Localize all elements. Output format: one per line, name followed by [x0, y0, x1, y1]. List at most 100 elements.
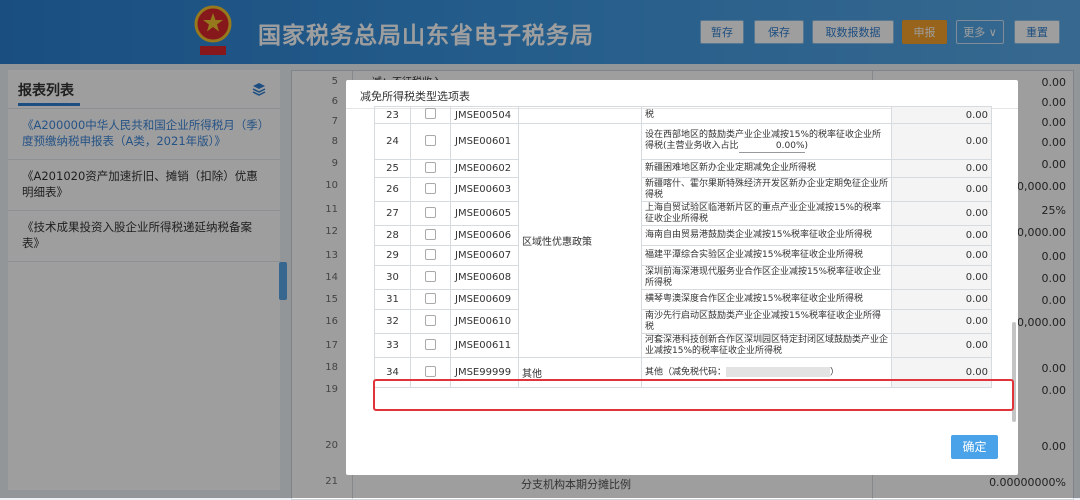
form-row-value: 0.00	[1041, 116, 1067, 129]
reduction-code: JMSE00611	[450, 333, 519, 358]
reduction-amount[interactable]: 0.00	[891, 265, 992, 290]
row-number: 26	[374, 177, 411, 202]
row-checkbox[interactable]	[425, 228, 436, 240]
form-row-number: 12	[325, 226, 338, 237]
reduction-amount[interactable]: 0.00	[891, 177, 992, 202]
form-row-number: 21	[325, 476, 338, 487]
reduction-row-24[interactable]: 24 JMSE00601 区域性优惠政策 设在西部地区的鼓励类产业企业减按15%的税率…	[374, 123, 992, 358]
reduction-code: JMSE00608	[450, 265, 519, 290]
reduction-name: 横琴粤澳深度合作区企业减按15%税率征收企业所得税	[641, 289, 892, 310]
reduction-row-31[interactable]: 31 JMSE00609 横琴粤澳深度合作区企业减按15%税率征收企业所得税 0.00	[374, 289, 992, 310]
reduction-row-32[interactable]: 32 JMSE00610 南沙先行启动区鼓励类产业企业减按15%税率征收企业所得税 0…	[374, 309, 992, 334]
reduction-name: 新疆喀什、霍尔果斯特殊经济开发区新办企业定期免征企业所得税	[641, 177, 892, 202]
row-checkbox[interactable]	[425, 161, 436, 173]
reduction-code: JMSE00601	[450, 123, 519, 160]
form-row-value: 0.00	[1041, 362, 1067, 375]
reduction-amount[interactable]: 0.00	[891, 159, 992, 178]
row-checkbox[interactable]	[425, 314, 436, 326]
row-checkbox[interactable]	[425, 292, 436, 304]
form-row-number: 13	[325, 250, 338, 261]
row-checkbox-cell	[410, 309, 451, 334]
form-row-number: 18	[325, 362, 338, 373]
row-checkbox-cell	[410, 177, 451, 202]
confirm-button[interactable]: 确定	[951, 435, 998, 459]
reduction-row-30[interactable]: 30 JMSE00608 深圳前海深港现代服务业合作区企业减按15%税率征收企业所得…	[374, 265, 992, 290]
reduction-name: 设在西部地区的鼓励类产业企业减按15%的税率征收企业所得税(主营业务收入占比 0.…	[641, 123, 892, 160]
row-number: 25	[374, 159, 411, 178]
row-number: 29	[374, 245, 411, 266]
reduction-amount[interactable]: 0.00	[891, 123, 992, 160]
reduction-amount[interactable]: 0.00	[891, 245, 992, 266]
row-number: 30	[374, 265, 411, 290]
reduction-amount[interactable]: 0.00	[891, 106, 992, 124]
reduction-code: JMSE00605	[450, 201, 519, 226]
form-row-value: 50,000.00	[1010, 226, 1066, 239]
form-row-number: 10	[325, 180, 338, 191]
other-name-prefix: 其他（减免税代码：	[645, 367, 727, 378]
reduction-name: 南沙先行启动区鼓励类产业企业减按15%税率征收企业所得税	[641, 309, 892, 334]
row-checkbox[interactable]	[425, 365, 436, 377]
row-checkbox[interactable]	[425, 248, 436, 260]
income-ratio-field[interactable]: 0.00%	[738, 141, 805, 153]
reduction-code-input[interactable]	[726, 366, 831, 377]
row-checkbox-cell	[410, 289, 451, 310]
form-row-value: 25%	[1041, 204, 1066, 217]
reduction-code: JMSE00603	[450, 177, 519, 202]
form-row-number: 16	[325, 316, 338, 327]
reduction-name: 新疆困难地区新办企业定期减免企业所得税	[641, 159, 892, 178]
reduction-code: JMSE00606	[450, 225, 519, 246]
row-number: 24	[374, 123, 411, 160]
reduction-amount[interactable]: 0.00	[891, 201, 992, 226]
reduction-row-29[interactable]: 29 JMSE00607 福建平潭综合实验区企业减按15%税率征收企业所得税 0.00	[374, 245, 992, 266]
form-row-number: 11	[325, 204, 338, 215]
reduction-row-28[interactable]: 28 JMSE00606 海南自由贸易港鼓励类企业减按15%税率征收企业所得税 0.0…	[374, 225, 992, 246]
form-row-value: 0.00	[1041, 136, 1067, 149]
reduction-amount[interactable]: 0.00	[891, 289, 992, 310]
form-row-number: 17	[325, 340, 338, 351]
form-row-value: 0.00	[1041, 384, 1067, 397]
branch-ratio-label: 分支机构本期分摊比例	[521, 478, 631, 491]
form-row-number: 9	[331, 158, 338, 169]
row-checkbox[interactable]	[425, 206, 436, 218]
category-cell	[518, 106, 642, 124]
reduction-code: JMSE00504	[450, 106, 519, 124]
row-checkbox[interactable]	[425, 182, 436, 194]
form-row-value: 0.00	[1041, 272, 1067, 285]
form-row-value: 0.00	[1041, 76, 1067, 89]
row-checkbox[interactable]	[425, 338, 436, 350]
form-row-number: 5	[331, 76, 338, 87]
form-row-value: 0.00	[1041, 96, 1067, 109]
reduction-name: 福建平潭综合实验区企业减按15%税率征收企业所得税	[641, 245, 892, 266]
reduction-row-33[interactable]: 33 JMSE00611 河套深港科技创新合作区深圳园区特定封闭区域鼓励类产业企业减…	[374, 333, 992, 358]
reduction-row-25[interactable]: 25 JMSE00602 新疆困难地区新办企业定期减免企业所得税 0.00	[374, 159, 992, 178]
reduction-name: 上海自贸试验区临港新片区的重点产业企业减按15%的税率征收企业所得税	[641, 201, 892, 226]
row-checkbox[interactable]	[425, 134, 436, 146]
paren-close: )	[804, 141, 809, 151]
row-number: 28	[374, 225, 411, 246]
reduction-name: 海南自由贸易港鼓励类企业减按15%税率征收企业所得税	[641, 225, 892, 246]
row-number: 27	[374, 201, 411, 226]
row-checkbox-cell	[410, 225, 451, 246]
row-checkbox-cell	[410, 265, 451, 290]
form-row-number: 19	[325, 384, 338, 395]
modal-title: 减免所得税类型选项表	[360, 90, 470, 103]
row-checkbox[interactable]	[425, 108, 436, 119]
reduction-row-26[interactable]: 26 JMSE00603 新疆喀什、霍尔果斯特殊经济开发区新办企业定期免征企业所得税…	[374, 177, 992, 202]
row-number: 33	[374, 333, 411, 358]
form-row-number: 20	[325, 440, 338, 451]
reduction-type-table: 23 JMSE00504 税 0.00 24 JMSE00601 区域性优惠政策 设在西部地区…	[374, 106, 992, 388]
form-row-value: 0.00000000%	[989, 476, 1066, 489]
row-number: 31	[374, 289, 411, 310]
reduction-name: 深圳前海深港现代服务业合作区企业减按15%税率征收企业所得税	[641, 265, 892, 290]
row-checkbox[interactable]	[425, 270, 436, 282]
form-row-number: 7	[331, 116, 338, 127]
form-row-value: 0.00	[1041, 440, 1067, 453]
row-checkbox-cell	[410, 333, 451, 358]
form-row-number: 8	[331, 136, 338, 147]
reduction-amount[interactable]: 0.00	[891, 333, 992, 358]
reduction-row-27[interactable]: 27 JMSE00605 上海自贸试验区临港新片区的重点产业企业减按15%的税率征收…	[374, 201, 992, 226]
reduction-code: JMSE00610	[450, 309, 519, 334]
reduction-amount[interactable]: 0.00	[891, 225, 992, 246]
reduction-amount[interactable]: 0.00	[891, 309, 992, 334]
reduction-row-23[interactable]: 23 JMSE00504 税 0.00	[374, 106, 992, 124]
